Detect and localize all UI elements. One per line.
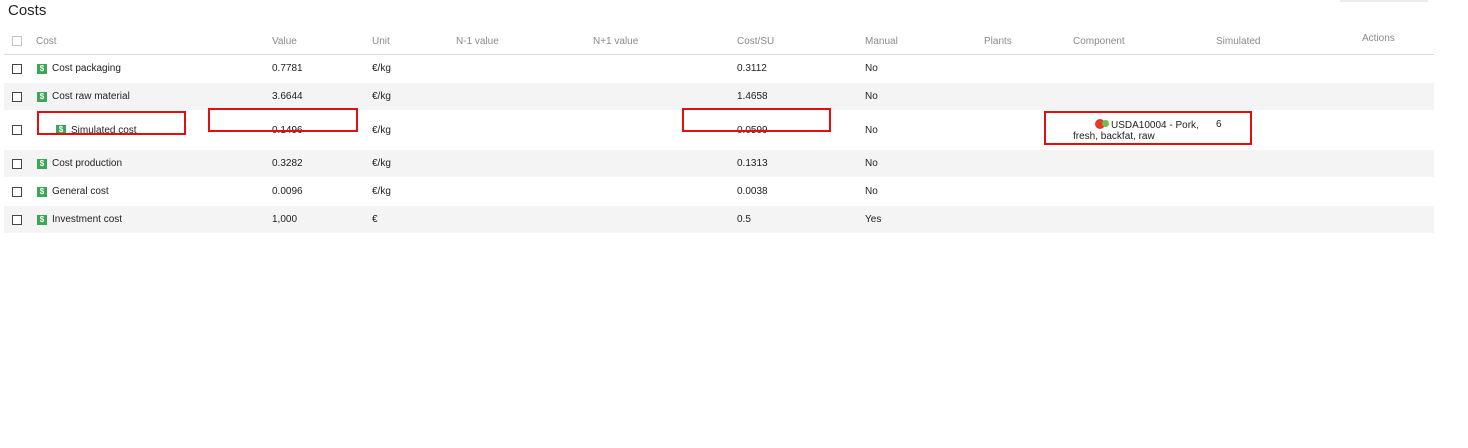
component-cell[interactable]: USDA10004 - Pork, fresh, backfat, raw (1073, 111, 1213, 149)
cost-name-cell: $ Simulated cost (56, 111, 137, 149)
table-row[interactable]: $ Cost production 0.3282 €/kg 0.1313 No (4, 150, 1434, 178)
cost-su: 0.5 (737, 214, 751, 225)
row-checkbox[interactable] (12, 158, 22, 169)
cost-name: Investment cost (52, 214, 123, 225)
col-unit[interactable]: Unit (372, 28, 390, 54)
cost-manual: No (865, 63, 878, 74)
row-checkbox-cell (12, 206, 22, 233)
cost-name: Cost packaging (52, 63, 121, 74)
cost-su: 0.1313 (737, 158, 768, 169)
cost-su: 0.0599 (737, 124, 768, 136)
cost-su: 0.0038 (737, 186, 768, 197)
row-checkbox[interactable] (12, 91, 22, 102)
table-row[interactable]: $ General cost 0.0096 €/kg 0.0038 No (4, 178, 1434, 206)
col-simulated[interactable]: Simulated (1216, 28, 1260, 54)
row-checkbox[interactable] (12, 186, 22, 197)
row-checkbox-cell (12, 55, 22, 82)
cost-value: 0.7781 (272, 63, 303, 74)
cost-manual: No (865, 158, 878, 169)
col-actions: Actions (1362, 32, 1395, 44)
table-row-simulated[interactable]: $ Simulated cost 0.1496 €/kg 0.0599 No U… (4, 111, 1434, 150)
col-manual[interactable]: Manual (865, 28, 898, 54)
cost-manual: No (865, 124, 878, 136)
select-all-cell (12, 28, 22, 54)
tomato-icon (1095, 119, 1111, 129)
cost-unit: €/kg (372, 91, 391, 102)
cost-unit: €/kg (372, 63, 391, 74)
component-name[interactable]: USDA10004 - Pork, fresh, backfat, raw (1073, 120, 1199, 142)
cost-name: Cost production (52, 158, 123, 169)
cost-name-cell: $ Investment cost (37, 206, 122, 233)
page-title: Costs (8, 2, 47, 19)
cost-unit: €/kg (372, 186, 391, 197)
cost-value: 0.1496 (272, 124, 303, 136)
col-plants[interactable]: Plants (984, 28, 1012, 54)
cost-value: 0.3282 (272, 158, 303, 169)
cost-name: Simulated cost (71, 124, 137, 136)
cost-manual: No (865, 186, 878, 197)
dollar-icon: $ (37, 158, 47, 169)
cost-name-cell: $ Cost packaging (37, 55, 121, 82)
cost-name-cell: $ Cost raw material (37, 83, 130, 110)
dollar-icon: $ (37, 214, 47, 225)
dollar-icon: $ (56, 125, 66, 135)
cost-value: 3.6644 (272, 91, 303, 102)
tomato-leaf (1102, 120, 1109, 127)
row-checkbox-cell (12, 150, 22, 177)
table-row[interactable]: $ Cost packaging 0.7781 €/kg 0.3112 No (4, 55, 1434, 83)
col-n-plus-1-value[interactable]: N+1 value (593, 28, 638, 54)
cost-name: Cost raw material (52, 91, 130, 102)
row-checkbox-cell (12, 111, 22, 149)
cost-manual: Yes (865, 214, 882, 225)
row-checkbox-cell (12, 83, 22, 110)
col-component[interactable]: Component (1073, 28, 1125, 54)
cost-name-cell: $ Cost production (37, 150, 122, 177)
cost-manual: No (865, 91, 878, 102)
col-cost[interactable]: Cost (36, 28, 57, 54)
select-all-checkbox[interactable] (12, 36, 22, 46)
cost-su: 1.4658 (737, 91, 768, 102)
simulated-value: 6 (1216, 119, 1222, 130)
cost-name-cell: $ General cost (37, 178, 109, 205)
col-n-minus-1-value[interactable]: N-1 value (456, 28, 499, 54)
dollar-icon: $ (37, 186, 47, 197)
cost-value: 1,000 (272, 214, 298, 225)
dollar-icon: $ (37, 63, 47, 74)
col-cost-su[interactable]: Cost/SU (737, 28, 774, 54)
dollar-icon: $ (37, 91, 47, 102)
cost-value: 0.0096 (272, 186, 303, 197)
row-checkbox[interactable] (12, 63, 22, 74)
cost-unit: €/kg (372, 124, 391, 136)
row-checkbox-cell (12, 178, 22, 205)
row-checkbox[interactable] (12, 214, 22, 225)
col-value[interactable]: Value (272, 28, 297, 54)
cost-unit: € (372, 214, 378, 225)
row-checkbox[interactable] (12, 125, 22, 135)
table-row[interactable]: $ Cost raw material 3.6644 €/kg 1.4658 N… (4, 83, 1434, 111)
costs-table: Cost Value Unit N-1 value N+1 value Cost… (4, 28, 1434, 234)
cost-name: General cost (52, 186, 109, 197)
cost-unit: €/kg (372, 158, 391, 169)
table-row[interactable]: $ Investment cost 1,000 € 0.5 Yes (4, 206, 1434, 234)
table-header: Cost Value Unit N-1 value N+1 value Cost… (4, 28, 1434, 55)
cost-su: 0.3112 (737, 63, 767, 74)
toolbar-edge (1340, 0, 1428, 2)
costs-page: Costs Cost Value Unit N-1 value N+1 valu… (0, 0, 1468, 448)
